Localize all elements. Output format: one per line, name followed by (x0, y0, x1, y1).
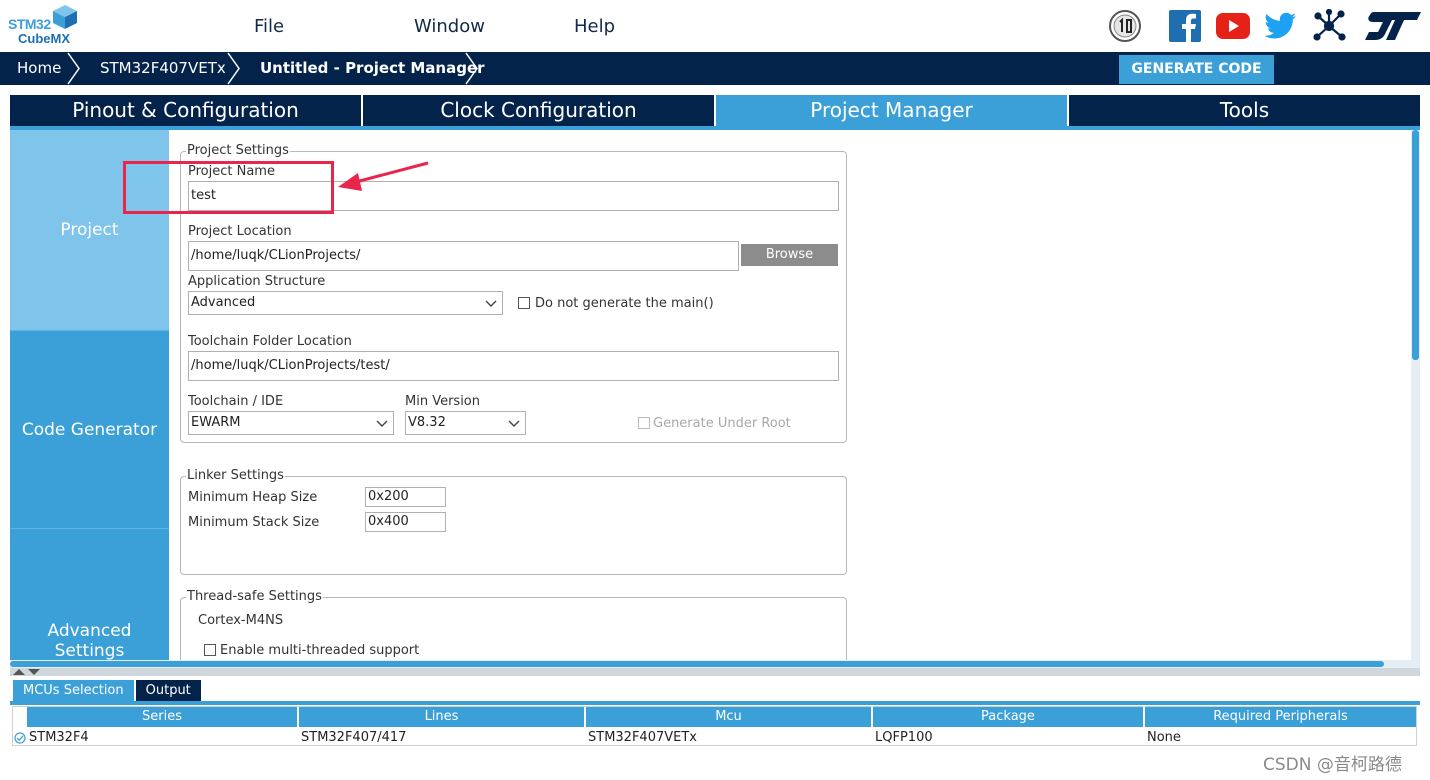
menu-file[interactable]: File (254, 16, 284, 37)
chevron-down-icon (508, 420, 520, 427)
toolchain-ide-label: Toolchain / IDE (188, 394, 284, 409)
cell-lines: STM32F407/417 (301, 730, 407, 745)
tab-tools[interactable]: Tools (1069, 95, 1420, 126)
annotation-highlight-box (123, 161, 334, 214)
top-menu-bar: STM32 CubeMX File Window Help (0, 0, 1430, 52)
chevron-down-icon (376, 420, 388, 427)
chevron-right-icon (227, 52, 240, 85)
thread-safe-settings-group: Thread-safe Settings Cortex-M4NS Enable … (180, 589, 847, 660)
select-value: V8.32 (408, 415, 446, 430)
cube-icon (53, 5, 77, 29)
cell-series: STM32F4 (29, 730, 89, 745)
minimum-heap-size-label: Minimum Heap Size (188, 490, 318, 505)
group-legend: Project Settings (186, 143, 290, 158)
do-not-generate-main-label: Do not generate the main() (535, 296, 714, 311)
chevron-right-icon (67, 52, 80, 85)
vertical-scrollbar[interactable] (1411, 130, 1420, 660)
sidebar-item-advanced-settings[interactable]: Advanced Settings (10, 529, 169, 661)
table-row[interactable]: STM32F4 STM32F407/417 STM32F407VETx LQFP… (13, 728, 1416, 748)
cell-package: LQFP100 (875, 730, 933, 745)
generate-under-root-label: Generate Under Root (653, 416, 791, 431)
minimum-stack-size-input[interactable]: 0x400 (365, 512, 446, 532)
linker-settings-group: Linker Settings Minimum Heap Size 0x200 … (180, 468, 847, 575)
column-header-lines[interactable]: Lines (299, 707, 586, 727)
sidebar-item-label: Project (60, 220, 119, 240)
sidebar-item-code-generator[interactable]: Code Generator (10, 331, 169, 529)
splitter-arrows-icon[interactable] (12, 668, 42, 676)
sidebar-item-label: Advanced Settings (47, 621, 132, 661)
chevron-down-icon (485, 300, 497, 307)
application-structure-label: Application Structure (188, 274, 326, 289)
group-legend: Thread-safe Settings (186, 589, 323, 604)
core-label: Cortex-M4NS (198, 613, 284, 628)
scrollbar-thumb[interactable] (10, 661, 1384, 667)
mcu-selection-table: Series Lines Mcu Package Required Periph… (12, 706, 1417, 746)
network-icon[interactable] (1311, 8, 1347, 44)
application-structure-select[interactable]: Advanced (188, 291, 503, 315)
toolchain-folder-label: Toolchain Folder Location (188, 334, 352, 349)
watermark-text: CSDN @音柯路德 (1263, 755, 1402, 775)
horizontal-scrollbar[interactable] (10, 660, 1420, 668)
toolchain-ide-select[interactable]: EWARM (188, 411, 394, 435)
min-version-select[interactable]: V8.32 (405, 411, 526, 435)
toolchain-folder-input[interactable]: /home/luqk/CLionProjects/test/ (188, 351, 839, 381)
multi-threaded-support-checkbox[interactable] (204, 644, 216, 656)
select-value: Advanced (191, 295, 256, 310)
generate-under-root-checkbox[interactable] (638, 417, 650, 429)
anniversary-badge-icon[interactable] (1107, 8, 1143, 44)
column-header-mcu[interactable]: Mcu (586, 707, 873, 727)
browse-button[interactable]: Browse (741, 244, 838, 266)
breadcrumb-mcu[interactable]: STM32F407VETx (100, 52, 226, 85)
scrollbar-thumb[interactable] (1412, 130, 1419, 360)
logo-text-bottom: CubeMX (18, 31, 70, 46)
cell-mcu: STM32F407VETx (588, 730, 697, 745)
project-location-input[interactable]: /home/luqk/CLionProjects/ (188, 241, 739, 271)
main-tabs: Pinout & Configuration Clock Configurati… (10, 95, 1420, 126)
sidebar-item-label: Code Generator (21, 419, 158, 440)
multi-threaded-support-label: Enable multi-threaded support (220, 643, 420, 658)
cell-required-peripherals: None (1147, 730, 1181, 745)
breadcrumb-project[interactable]: Untitled - Project Manager (260, 52, 485, 85)
project-settings-panel: Project Settings Project Name test Proje… (169, 130, 1411, 660)
bottom-tabs-underline (10, 701, 1420, 705)
do-not-generate-main-checkbox[interactable] (518, 297, 530, 309)
table-header: Series Lines Mcu Package Required Periph… (27, 707, 1416, 728)
st-logo-icon[interactable] (1362, 8, 1424, 44)
minimum-heap-size-input[interactable]: 0x200 (365, 487, 446, 507)
tab-project-manager[interactable]: Project Manager (716, 95, 1069, 126)
panel-splitter[interactable] (10, 668, 1420, 676)
twitter-icon[interactable] (1263, 8, 1299, 44)
stm32cubemx-logo: STM32 CubeMX (8, 4, 80, 48)
column-header-package[interactable]: Package (873, 707, 1145, 727)
group-legend: Linker Settings (186, 468, 285, 483)
check-circle-icon (13, 728, 27, 748)
menu-window[interactable]: Window (414, 16, 485, 37)
column-header-required-peripherals[interactable]: Required Peripherals (1145, 707, 1416, 727)
tab-output[interactable]: Output (135, 680, 201, 701)
logo-text-top: STM32 (8, 16, 51, 32)
select-value: EWARM (191, 415, 241, 430)
youtube-icon[interactable] (1215, 8, 1251, 44)
facebook-icon[interactable] (1167, 8, 1203, 44)
bottom-panel-tabs: MCUs Selection Output (13, 680, 203, 701)
min-version-label: Min Version (405, 394, 481, 409)
annotation-arrow-icon (338, 161, 429, 191)
chevron-right-icon (465, 52, 478, 85)
generate-code-button[interactable]: GENERATE CODE (1119, 55, 1274, 84)
menu-help[interactable]: Help (574, 16, 615, 37)
tab-clock-configuration[interactable]: Clock Configuration (363, 95, 716, 126)
project-location-label: Project Location (188, 224, 292, 239)
tab-pinout-configuration[interactable]: Pinout & Configuration (10, 95, 363, 126)
breadcrumb-home[interactable]: Home (17, 52, 61, 85)
minimum-stack-size-label: Minimum Stack Size (188, 515, 320, 530)
tab-mcus-selection[interactable]: MCUs Selection (13, 680, 134, 701)
column-header-series[interactable]: Series (27, 707, 299, 727)
